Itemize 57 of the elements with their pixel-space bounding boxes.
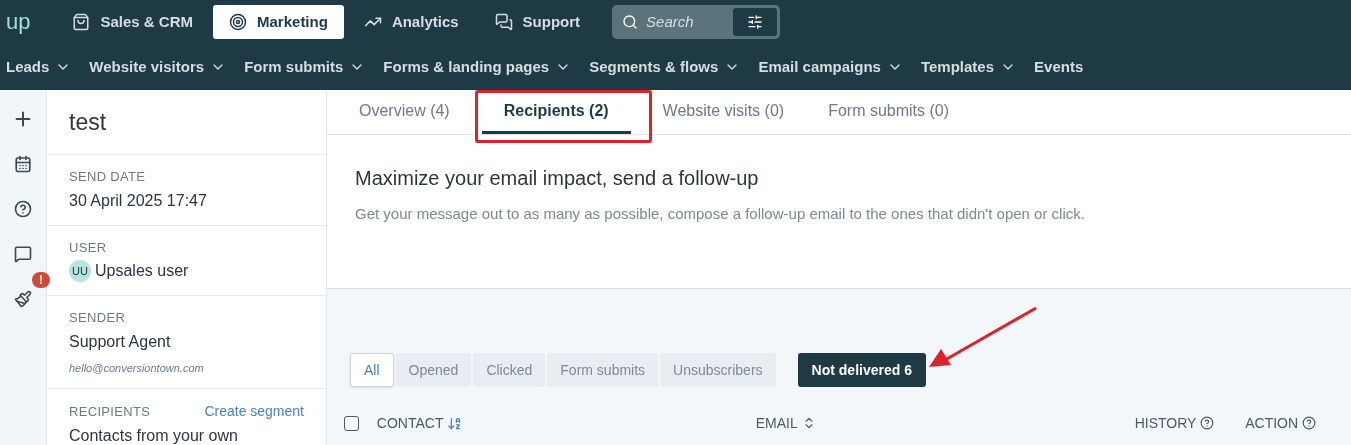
help-icon (1302, 416, 1317, 430)
sub-nav-item[interactable]: Events (1034, 55, 1084, 79)
rail-button[interactable] (12, 198, 34, 220)
sub-nav-item[interactable]: Email campaigns (758, 55, 881, 79)
column-header[interactable]: EMAIL (755, 412, 1135, 434)
help-icon (14, 200, 32, 218)
alert-badge: ! (32, 272, 50, 288)
column-header[interactable]: ACTION (1245, 412, 1334, 434)
sender-email: hello@conversiontown.com (69, 360, 205, 376)
field-label: RECIPIENTS (69, 402, 151, 421)
create-segment-link[interactable]: Create segment (204, 401, 304, 422)
field-value: Support Agent (69, 331, 171, 352)
chat-icon (494, 13, 513, 31)
rail-button[interactable] (12, 243, 34, 265)
sub-nav-item[interactable]: Form submits (244, 55, 344, 79)
bag-icon (72, 13, 91, 31)
rail-button[interactable] (12, 153, 34, 175)
rail-button[interactable] (12, 288, 34, 310)
user-avatar: UU (69, 260, 91, 282)
not-delivered-button[interactable]: Not delivered 6 (797, 353, 926, 387)
sliders-icon (747, 14, 764, 30)
promo-title: Maximize your email impact, send a follow-up (355, 166, 760, 191)
tab[interactable]: Website visits (0) (640, 90, 807, 134)
sub-nav-item[interactable]: Website visitors (89, 55, 205, 79)
tab[interactable]: Form submits (0) (806, 90, 972, 134)
field-label: SENDER (69, 309, 126, 327)
sub-nav-item[interactable]: Leads (6, 55, 50, 79)
search-field[interactable]: Search (612, 5, 781, 39)
chat-icon (14, 245, 32, 263)
column-header[interactable]: HISTORY (1134, 412, 1246, 434)
column-header[interactable]: CONTACT (376, 412, 756, 434)
help-icon (1200, 416, 1215, 430)
campaign-title: test (69, 107, 107, 137)
nav-tab[interactable]: Analytics (347, 5, 475, 39)
sub-nav-item[interactable]: Segments & flows (589, 55, 719, 79)
nav-tab[interactable]: Marketing (213, 5, 344, 39)
field-label: SEND DATE (69, 168, 146, 186)
filter-tab[interactable]: All (350, 353, 394, 387)
search-input[interactable]: Search (646, 10, 727, 34)
field-label: USER (69, 238, 107, 257)
nav-tab[interactable]: Sales & CRM (56, 5, 209, 39)
logo[interactable]: up (6, 11, 31, 33)
select-all-checkbox[interactable] (344, 415, 359, 431)
target-icon (229, 13, 247, 31)
filter-button[interactable] (733, 8, 778, 36)
sub-nav-item[interactable]: Templates (920, 55, 995, 79)
field-value: 30 April 2025 17:47 (69, 190, 207, 211)
sub-nav-item[interactable]: Forms & landing pages (383, 55, 550, 79)
sort-icon (447, 415, 463, 431)
field-value: Upsales user (95, 261, 189, 281)
nav-tab[interactable]: Support (478, 5, 597, 39)
field-value: Contacts from your own (69, 426, 238, 445)
search-icon (622, 14, 639, 30)
calendar-icon (14, 155, 32, 173)
promo-text: Get your message out to as many as possible, compose a follow-up email to the ones that didn't open or click. (355, 204, 1086, 224)
brush-icon (14, 290, 32, 308)
tab[interactable]: Overview (4) (337, 90, 472, 134)
